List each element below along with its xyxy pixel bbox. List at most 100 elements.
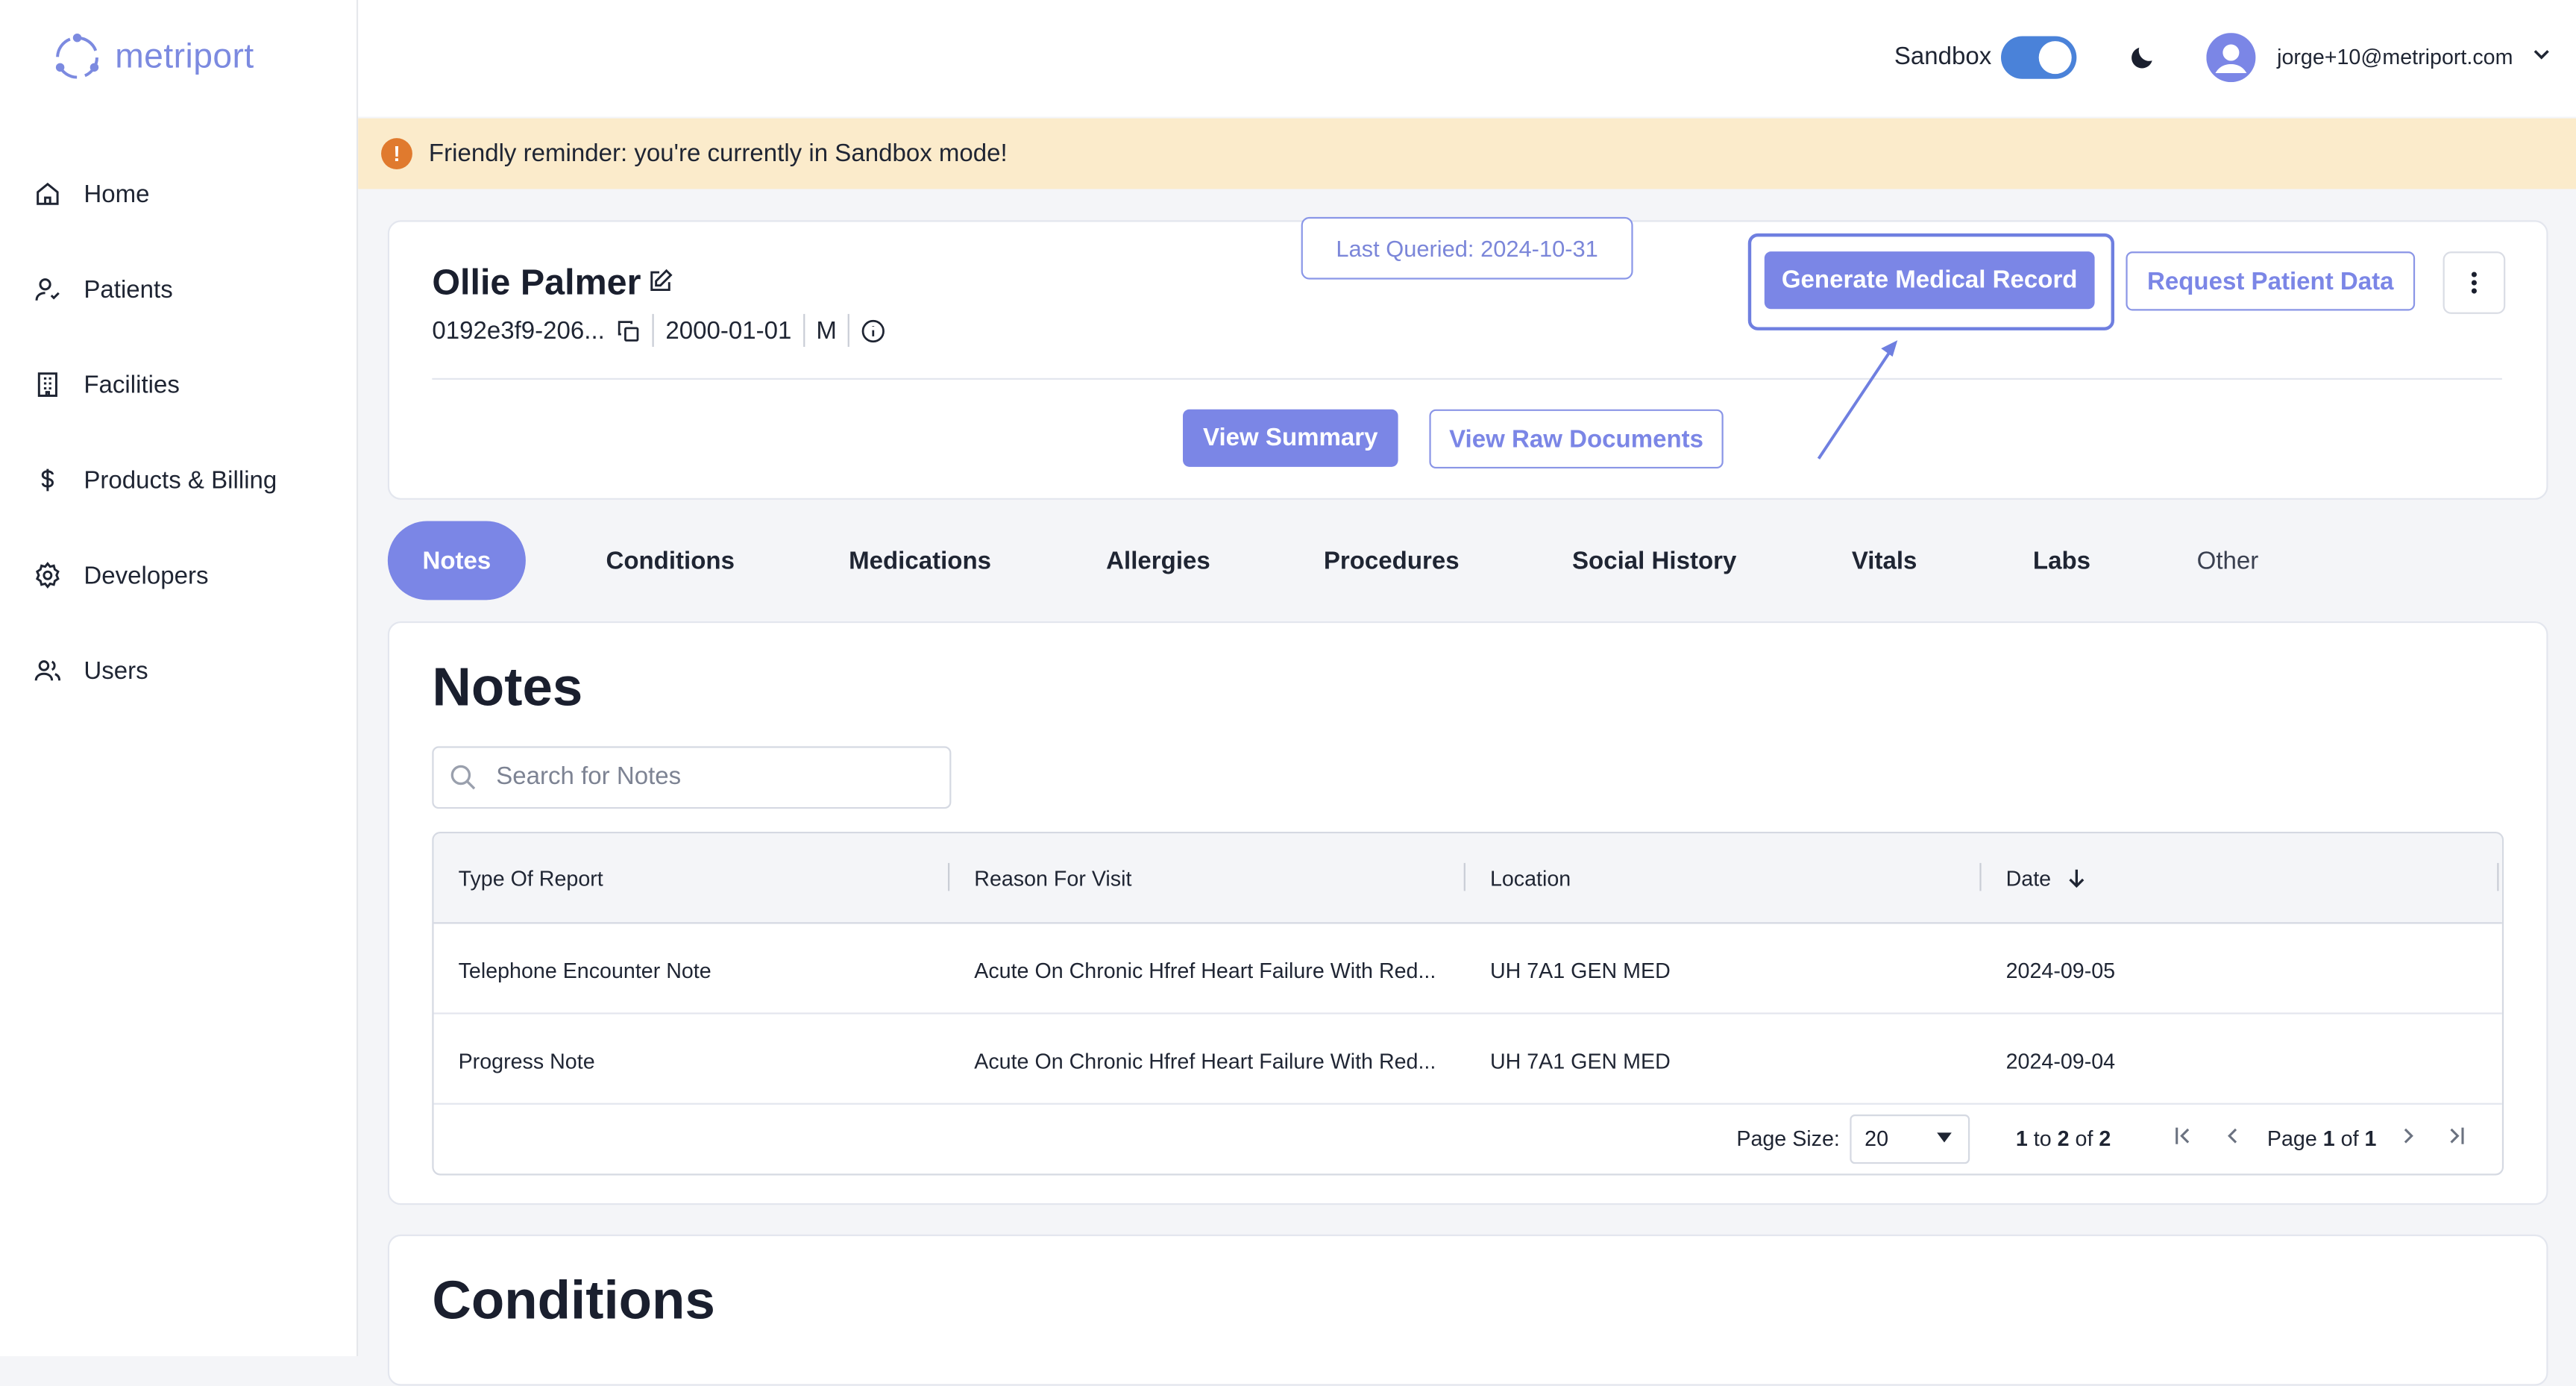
row-range: 1 to 2 of 2: [2016, 1126, 2111, 1150]
divider: [802, 313, 805, 347]
cell-reason: Acute On Chronic Hfref Heart Failure Wit…: [974, 1048, 1436, 1073]
column-divider[interactable]: [948, 862, 950, 891]
sidebar-item-patients[interactable]: Patients: [33, 275, 173, 304]
column-divider[interactable]: [2497, 862, 2499, 891]
user-email[interactable]: jorge+10@metriport.com: [2277, 44, 2513, 69]
column-header-reason[interactable]: Reason For Visit: [974, 866, 1131, 891]
sandbox-label: Sandbox: [1894, 43, 1992, 71]
range-total: 2: [2099, 1126, 2111, 1151]
home-icon: [37, 182, 59, 205]
sidebar-item-label: Facilities: [84, 370, 180, 399]
range-to-word: to: [2033, 1126, 2052, 1151]
tab-allergies[interactable]: Allergies: [1087, 521, 1228, 601]
sort-down-icon[interactable]: [2067, 868, 2086, 890]
page-of-word: of: [2340, 1126, 2359, 1151]
column-divider[interactable]: [1463, 862, 1466, 891]
table-row[interactable]: Telephone Encounter Note Acute On Chroni…: [433, 924, 2502, 1015]
generate-medical-record-button[interactable]: Generate Medical Record: [1764, 251, 2095, 310]
notes-card: Notes Type Of Report Reason For Visit Lo…: [387, 621, 2548, 1205]
tab-conditions[interactable]: Conditions: [588, 521, 753, 601]
copy-icon[interactable]: [616, 318, 641, 342]
range-from: 1: [2015, 1126, 2028, 1151]
sidebar-item-label: Developers: [84, 561, 209, 589]
tab-medications[interactable]: Medications: [829, 521, 1010, 601]
conditions-title: Conditions: [432, 1269, 715, 1330]
page-word: Page: [2266, 1126, 2317, 1151]
table-row[interactable]: Progress Note Acute On Chronic Hfref Hea…: [433, 1015, 2502, 1105]
tab-social-history[interactable]: Social History: [1554, 521, 1755, 601]
patient-card: Ollie Palmer 0192e3f9-206... 2000-01-01 …: [387, 216, 2548, 500]
sidebar-item-label: Patients: [84, 275, 173, 304]
range-of-word: of: [2075, 1126, 2093, 1151]
gear-icon: [35, 562, 60, 589]
cell-location: UH 7A1 GEN MED: [1489, 958, 1671, 983]
card-divider: [432, 377, 2502, 380]
tab-labs[interactable]: Labs: [2014, 521, 2110, 601]
last-queried-badge: Last Queried: 2024-10-31: [1301, 216, 1633, 280]
more-vertical-icon: [2471, 272, 2477, 294]
page-total: 1: [2364, 1126, 2377, 1151]
next-page-icon[interactable]: [2398, 1126, 2418, 1145]
patient-id: 0192e3f9-206...: [432, 316, 605, 345]
view-summary-button[interactable]: View Summary: [1183, 409, 1398, 467]
tab-procedures[interactable]: Procedures: [1306, 521, 1477, 601]
sandbox-toggle[interactable]: [2001, 36, 2077, 79]
patient-icon: [35, 278, 60, 301]
previous-page-icon[interactable]: [2222, 1126, 2242, 1145]
column-header-location[interactable]: Location: [1490, 866, 1571, 891]
column-header-type[interactable]: Type Of Report: [459, 866, 603, 891]
building-icon: [37, 372, 57, 398]
page-size-select[interactable]: 20: [1850, 1114, 1970, 1164]
moon-icon[interactable]: [2128, 43, 2158, 72]
chevron-down-icon[interactable]: [2532, 44, 2551, 63]
sidebar-item-facilities[interactable]: Facilities: [33, 370, 180, 400]
sidebar-item-label: Products & Billing: [84, 465, 277, 495]
search-icon: [450, 765, 476, 790]
info-icon[interactable]: [861, 318, 886, 342]
sidebar-item-products-billing[interactable]: Products & Billing: [33, 465, 277, 495]
top-bar: Sandbox jorge+10@metriport.com: [358, 0, 2576, 117]
column-divider[interactable]: [1979, 862, 1982, 891]
tab-vitals[interactable]: Vitals: [1832, 521, 1937, 601]
logo[interactable]: metriport: [52, 33, 254, 82]
table-header: Type Of Report Reason For Visit Location…: [433, 833, 2502, 924]
page-size-label: Page Size:: [1736, 1126, 1840, 1151]
notes-title: Notes: [432, 656, 583, 717]
column-header-date[interactable]: Date: [2006, 866, 2087, 891]
edit-icon[interactable]: [647, 268, 673, 294]
cell-reason: Acute On Chronic Hfref Heart Failure Wit…: [974, 958, 1436, 983]
last-page-icon[interactable]: [2446, 1126, 2466, 1145]
banner-text: Friendly reminder: you're currently in S…: [428, 139, 1008, 168]
page-current: 1: [2322, 1126, 2335, 1151]
more-options-button[interactable]: [2443, 251, 2506, 314]
tab-other[interactable]: Other: [2187, 521, 2269, 601]
avatar-icon[interactable]: [2206, 33, 2256, 83]
sidebar-item-home[interactable]: Home: [33, 179, 149, 209]
notes-table: Type Of Report Reason For Visit Location…: [432, 832, 2504, 1176]
conditions-card: Conditions: [387, 1234, 2548, 1386]
patient-dob: 2000-01-01: [665, 316, 792, 345]
annotation-arrow-icon: [1817, 340, 1898, 460]
first-page-icon[interactable]: [2173, 1126, 2193, 1145]
dollar-icon: [41, 468, 54, 492]
logo-text: metriport: [115, 37, 254, 76]
page-size-value: 20: [1865, 1126, 1889, 1151]
sidebar-item-developers[interactable]: Developers: [33, 560, 208, 590]
cell-date: 2024-09-05: [2005, 958, 2116, 983]
range-to: 2: [2057, 1126, 2070, 1151]
page-indicator: Page 1 of 1: [2267, 1126, 2377, 1150]
sidebar-item-label: Home: [84, 180, 150, 208]
patient-gender: M: [816, 316, 837, 345]
notes-search[interactable]: [432, 746, 952, 809]
users-icon: [34, 660, 61, 681]
search-input[interactable]: [492, 761, 927, 793]
tab-notes[interactable]: Notes: [387, 521, 526, 601]
sidebar: metriport Home Patients Facilities Produ…: [0, 0, 359, 1356]
sidebar-item-users[interactable]: Users: [33, 656, 148, 686]
cell-type: Telephone Encounter Note: [458, 958, 711, 983]
view-raw-documents-button[interactable]: View Raw Documents: [1429, 409, 1724, 469]
column-header-date-label: Date: [2005, 866, 2052, 891]
request-patient-data-button[interactable]: Request Patient Data: [2126, 251, 2416, 311]
divider: [848, 313, 850, 347]
patient-meta: 0192e3f9-206... 2000-01-01 M: [432, 313, 886, 347]
